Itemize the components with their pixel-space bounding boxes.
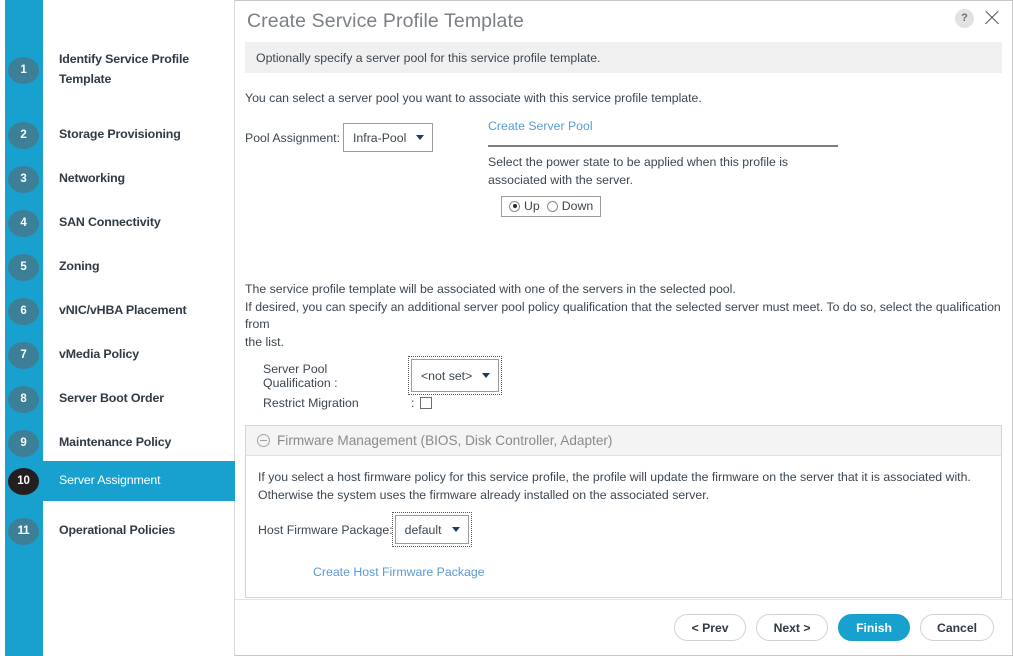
qualification-dropdown[interactable]: <not set>	[407, 356, 503, 396]
sidebar-item-maintenance-policy[interactable]: 9 Maintenance Policy	[0, 423, 235, 463]
sidebar-item-label: Server Boot Order	[59, 391, 164, 406]
wizard-step-list: 1 Identify Service Profile Template 2 Stora…	[0, 0, 235, 656]
firmware-management-panel: Firmware Management (BIOS, Disk Controll…	[245, 425, 1002, 599]
step-number-badge: 1	[8, 56, 39, 84]
qualification-value: <not set>	[421, 368, 473, 383]
close-icon[interactable]	[982, 8, 1002, 28]
sidebar-item-zoning[interactable]: 5 Zoning	[0, 247, 235, 287]
cancel-button[interactable]: Cancel	[920, 614, 994, 641]
power-state-option-down-label: Down	[561, 199, 594, 214]
firmware-desc-line-2: Otherwise the system uses the firmware a…	[258, 487, 710, 502]
step-number-badge: 10	[8, 467, 39, 495]
power-state-option-up[interactable]: Up	[509, 199, 540, 213]
power-state-text: Select the power state to be applied whe…	[488, 155, 789, 187]
prev-button[interactable]: < Prev	[674, 614, 747, 641]
sidebar-item-identify-service-profile-template[interactable]: 1 Identify Service Profile Template	[0, 50, 235, 90]
sidebar-item-label: Server Assignment	[59, 473, 161, 488]
create-service-profile-template-dialog: 1 Identify Service Profile Template 2 Stora…	[0, 0, 1013, 656]
step-number-badge: 4	[8, 209, 39, 237]
sidebar-item-label: vMedia Policy	[59, 347, 139, 362]
firmware-section-title: Firmware Management (BIOS, Disk Controll…	[277, 433, 613, 449]
wizard-sidebar: 1 Identify Service Profile Template 2 Stora…	[0, 0, 235, 656]
create-host-firmware-package-link[interactable]: Create Host Firmware Package	[313, 565, 989, 579]
sidebar-item-vmedia-policy[interactable]: 7 vMedia Policy	[0, 335, 235, 375]
host-firmware-value: default	[404, 522, 442, 537]
create-server-pool-link[interactable]: Create Server Pool	[488, 119, 838, 133]
association-text-block: The service profile template will be ass…	[245, 281, 1002, 351]
sidebar-item-label: Operational Policies	[59, 523, 176, 538]
assoc-line-1: The service profile template will be ass…	[245, 282, 736, 297]
qualification-label: Server Pool Qualification :	[263, 361, 338, 390]
firmware-desc-line-1: If you select a host firmware policy for…	[258, 470, 971, 485]
firmware-panel-body: If you select a host firmware policy for…	[246, 456, 1001, 597]
divider	[488, 145, 838, 148]
sidebar-item-label: Zoning	[59, 259, 100, 274]
finish-button[interactable]: Finish	[838, 614, 911, 641]
sidebar-item-server-boot-order[interactable]: 8 Server Boot Order	[0, 379, 235, 419]
assoc-line-3: the list.	[245, 334, 284, 349]
host-firmware-row: Host Firmware Package: default	[258, 512, 989, 548]
restrict-migration-checkbox[interactable]	[420, 397, 433, 410]
chevron-down-icon	[451, 527, 460, 533]
pool-assignment-row: Pool Assignment: Infra-Pool	[245, 123, 434, 153]
dialog-titlebar: Create Service Profile Template ?	[235, 1, 1012, 42]
sidebar-item-label: Storage Provisioning	[59, 127, 181, 142]
radio-unselected-icon	[546, 200, 558, 212]
sidebar-item-label: Networking	[59, 171, 125, 186]
dialog-panel: Create Service Profile Template ? Option…	[235, 0, 1013, 656]
power-state-radio-group: Up Down	[501, 195, 602, 217]
firmware-section-header[interactable]: Firmware Management (BIOS, Disk Controll…	[246, 426, 1001, 457]
sidebar-item-san-connectivity[interactable]: 4 SAN Connectivity	[0, 203, 235, 243]
step-number-badge: 6	[8, 297, 39, 325]
chevron-down-icon	[416, 135, 425, 141]
qualification-row: Server Pool Qualification : <not set>	[263, 356, 503, 396]
host-firmware-label: Host Firmware Package:	[258, 522, 393, 537]
restrict-migration-row: Restrict Migration :	[263, 396, 433, 411]
intro-text: You can select a server pool you want to…	[245, 91, 702, 105]
titlebar-buttons: ?	[955, 8, 1002, 28]
sidebar-item-label: Identify Service Profile Template	[59, 52, 189, 86]
step-number-badge: 5	[8, 253, 39, 281]
qualification-section: Server Pool Qualification : <not set> Re…	[245, 356, 1002, 419]
pool-assignment-label: Pool Assignment:	[245, 130, 341, 145]
sidebar-item-storage-provisioning[interactable]: 2 Storage Provisioning	[0, 115, 235, 155]
assoc-line-2: If desired, you can specify an additiona…	[245, 299, 1001, 332]
pool-assignment-value: Infra-Pool	[353, 130, 407, 145]
sidebar-item-label: vNIC/vHBA Placement	[59, 303, 187, 318]
restrict-migration-label: Restrict Migration	[263, 396, 359, 411]
dialog-body: You can select a server pool you want to…	[235, 90, 1012, 419]
minus-circle-icon[interactable]	[257, 434, 270, 448]
help-icon[interactable]: ?	[955, 8, 974, 28]
restrict-migration-colon: :	[411, 396, 415, 411]
host-firmware-dropdown[interactable]: default	[391, 512, 472, 548]
sidebar-item-networking[interactable]: 3 Networking	[0, 159, 235, 199]
dialog-subtitle-bar: Optionally specify a server pool for thi…	[245, 42, 1002, 73]
pool-assignment-section: Pool Assignment: Infra-Pool Create Serve…	[245, 119, 1002, 219]
dialog-footer: < Prev Next > Finish Cancel	[235, 599, 1012, 655]
dialog-subtitle: Optionally specify a server pool for thi…	[256, 50, 601, 65]
sidebar-item-label: SAN Connectivity	[59, 215, 161, 230]
pool-assignment-dropdown[interactable]: Infra-Pool	[343, 123, 434, 153]
step-number-badge: 3	[8, 165, 39, 193]
step-number-badge: 2	[8, 121, 39, 149]
sidebar-item-server-assignment[interactable]: 10 Server Assignment	[0, 461, 235, 501]
step-number-badge: 9	[8, 429, 39, 457]
step-number-badge: 8	[8, 385, 39, 413]
power-state-option-up-label: Up	[524, 199, 540, 214]
sidebar-item-operational-policies[interactable]: 11 Operational Policies	[0, 511, 235, 551]
next-button[interactable]: Next >	[756, 614, 829, 641]
step-number-badge: 11	[8, 517, 39, 545]
power-state-column: Create Server Pool Select the power stat…	[488, 119, 838, 217]
sidebar-item-vnic-vhba-placement[interactable]: 6 vNIC/vHBA Placement	[0, 291, 235, 331]
sidebar-item-label: Maintenance Policy	[59, 435, 172, 450]
power-state-option-down[interactable]: Down	[546, 199, 594, 214]
step-number-badge: 7	[8, 341, 39, 369]
radio-selected-icon	[509, 200, 520, 212]
chevron-down-icon	[482, 373, 491, 379]
page-title: Create Service Profile Template	[247, 10, 524, 32]
